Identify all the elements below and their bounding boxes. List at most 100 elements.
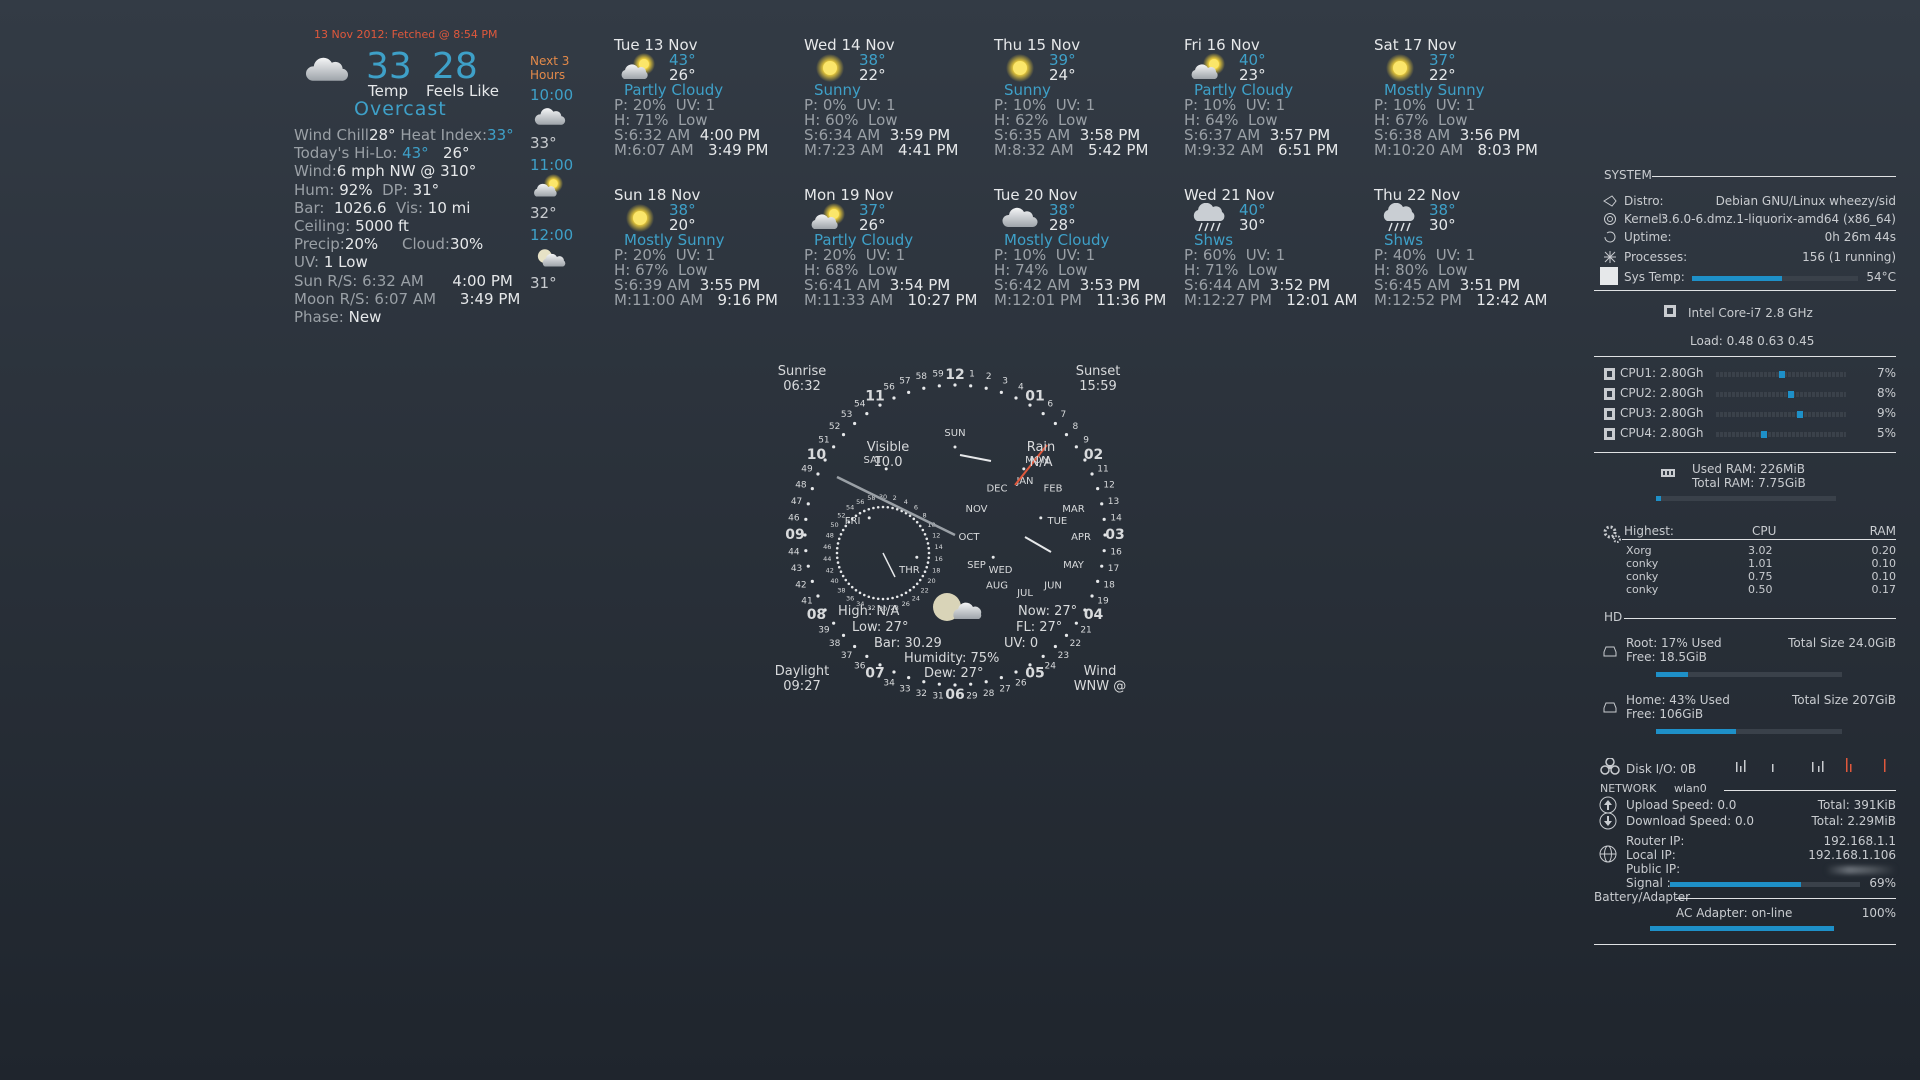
cpu-chip-icon [1604, 408, 1615, 420]
current-temp: 33 [366, 46, 412, 87]
seconds-dot [876, 597, 880, 601]
forecast-date: Wed 21 Nov [1184, 186, 1275, 204]
minute-number: 33 [899, 685, 910, 695]
minute-number: 3 [1002, 376, 1008, 386]
hard-drive-icon [1603, 702, 1617, 713]
month-label: AUG [986, 580, 1008, 591]
forecast-moonset: 10:27 PM [907, 291, 978, 309]
minute-number: 58 [916, 372, 928, 382]
minute-dot [1090, 472, 1094, 476]
minute-number: 17 [1108, 564, 1119, 574]
seconds-number: 22 [920, 586, 928, 594]
moon-row: Moon R/S: 6:07 AM 3:49 PM [294, 290, 520, 308]
minute-dot [865, 412, 869, 416]
seconds-dot [918, 524, 922, 528]
process-ram: 0.17 [1871, 583, 1897, 596]
system-monitor-panel: SYSTEM Distro: Debian GNU/Linux wheezy/s… [1594, 166, 1896, 946]
minute-dot [1053, 421, 1057, 426]
uptime-icon [1604, 231, 1616, 243]
forecast-moon-row: M:6:07 AM 3:49 PM [614, 143, 768, 158]
process-cpu: 1.01 [1748, 557, 1773, 570]
visible-label: Visible [866, 440, 910, 455]
root-used: Root: 17% Used [1626, 636, 1722, 650]
hour-number: 06 [945, 687, 964, 703]
forecast-moon-row: M:12:27 PM 12:01 AM [1184, 293, 1358, 308]
hour-number: 05 [1025, 666, 1044, 682]
cpu-core-marker [1797, 411, 1803, 418]
minute-dot [937, 682, 941, 686]
seconds-dot [872, 596, 875, 600]
hourly-heading-2: Hours [530, 68, 566, 82]
current-weather-panel: 13 Nov 2012: Fetched @ 8:54 PM 33 28 Tem… [290, 26, 550, 326]
clock-dew: Dew: 27° [924, 666, 984, 681]
precip-label: Precip: [294, 235, 345, 254]
minute-dot [1041, 654, 1045, 658]
minute-number: 21 [1080, 626, 1091, 636]
wind-chill-value: 28° [368, 126, 396, 144]
day-label: THR [898, 565, 920, 576]
sun-icon [1000, 52, 1040, 84]
seconds-number: 46 [823, 543, 831, 551]
signal-value: 69% [1869, 876, 1896, 890]
minute-number: 44 [788, 547, 800, 557]
home-free: Free: 106GiB [1626, 707, 1704, 721]
day-label: SUN [944, 428, 965, 439]
seconds-dot [926, 542, 930, 545]
minute-dot [922, 386, 926, 390]
globe-icon [1599, 845, 1617, 863]
seconds-dot [858, 591, 862, 595]
minute-dot [1074, 445, 1078, 449]
minute-number: 42 [795, 581, 806, 591]
month-label: JUL [1016, 588, 1033, 599]
seconds-dot [867, 595, 871, 599]
seconds-dot [912, 585, 916, 589]
forecast-day: Thu 15 Nov 39° 24° Sunny P: 10% UV: 1 H: 62% … [994, 38, 1179, 158]
seconds-dot [925, 537, 929, 541]
cpu-chip-icon [1604, 428, 1615, 440]
ceiling-row: Ceiling: 5000 ft [294, 217, 520, 235]
systemp-bar [1692, 276, 1858, 281]
divider [1594, 452, 1896, 453]
seconds-number: 14 [935, 543, 943, 551]
cpu-core-marker [1788, 391, 1794, 398]
sun-icon [1380, 52, 1420, 84]
minute-number: 22 [1070, 639, 1081, 649]
forecast-moonset: 3:49 PM [707, 141, 769, 159]
minute-number: 32 [916, 689, 927, 699]
sun-row: Sun R/S: 6:32 AM 4:00 PM [294, 272, 520, 290]
minute-number: 4 [1018, 383, 1024, 393]
seconds-dot [927, 556, 931, 560]
seconds-number: 56 [856, 498, 864, 506]
hum-label: Hum: [294, 180, 335, 199]
minute-dot [984, 386, 988, 390]
systemp-label: Sys Temp: [1624, 270, 1685, 284]
seconds-dot [854, 514, 858, 518]
ram-bar [1656, 496, 1836, 501]
forecast-date: Tue 13 Nov [614, 36, 698, 54]
disk-io-label: Disk I/O: 0B [1626, 762, 1697, 776]
hour-number: 08 [807, 607, 826, 623]
minute-number: 29 [966, 692, 978, 702]
forecast-day: Mon 19 Nov 37° 26° Partly Cloudy P: 20% UV: … [804, 188, 989, 308]
current-details: Wind Chill28° Heat Index:33° Today's Hi-… [294, 126, 520, 326]
minute-dot [1041, 412, 1045, 416]
seconds-hand [882, 552, 896, 578]
seconds-number: 54 [846, 504, 854, 512]
phase-value: New [348, 308, 382, 327]
daylight-label: Daylight [774, 664, 830, 679]
sunset-label: Sunset [1075, 364, 1121, 379]
distro-icon [1603, 195, 1617, 207]
seconds-dot [836, 561, 840, 564]
seconds-dot [839, 570, 843, 574]
minute-dot [907, 676, 911, 680]
cpu-core-label: CPU2: 2.80Gh [1620, 386, 1704, 400]
hour-number: 10 [807, 447, 827, 463]
seconds-dot [835, 546, 839, 550]
hilo-row: Today's Hi-Lo: 43° 26° [294, 144, 520, 162]
minute-number: 37 [841, 651, 852, 661]
dp-value: 31° [412, 180, 440, 199]
seconds-dot [886, 505, 890, 509]
cpu-core-label: CPU1: 2.80Gh [1620, 366, 1704, 380]
distro-label: Distro: [1624, 194, 1664, 208]
month-label: APR [1071, 532, 1091, 543]
